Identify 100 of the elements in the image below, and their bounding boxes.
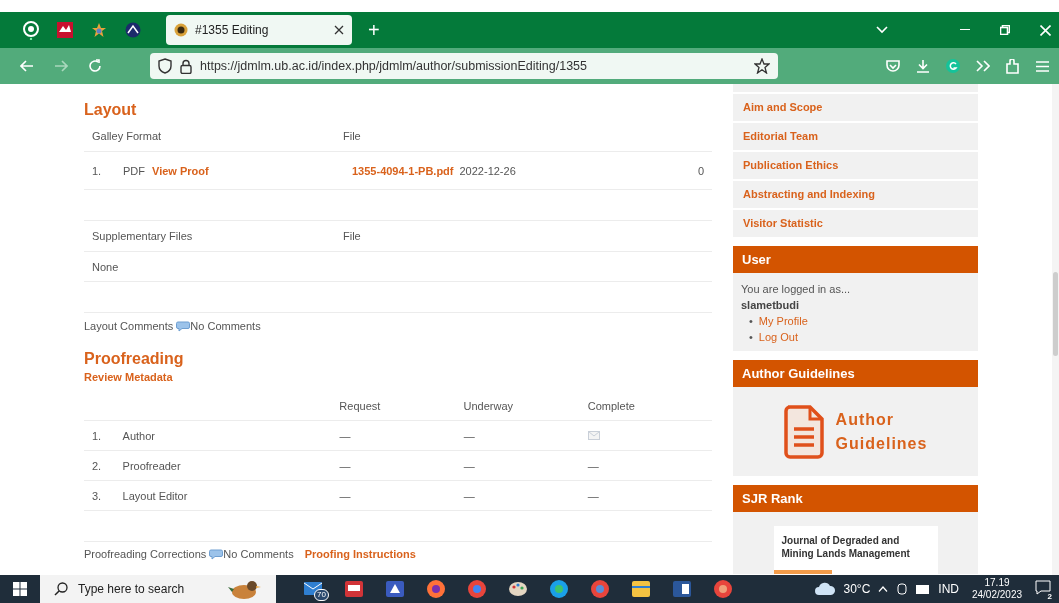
table-cell-text: —	[587, 459, 600, 472]
chrome-profile-icon[interactable]	[589, 579, 610, 599]
fox-browser-icon[interactable]	[425, 579, 446, 599]
presentation-app-icon[interactable]	[343, 580, 364, 598]
view-count: 0	[697, 164, 705, 177]
login-status-text: You are logged in as...	[741, 282, 852, 297]
download-icon[interactable]	[916, 59, 930, 73]
chevron-up-icon[interactable]	[878, 586, 889, 592]
table-cell-text: —	[463, 429, 476, 442]
table-cell-text: —	[339, 459, 352, 472]
scanner-app-icon[interactable]	[384, 580, 405, 598]
shield-icon	[158, 58, 172, 74]
notification-icon	[1035, 580, 1051, 595]
row-number: 1.	[91, 164, 103, 177]
grammar-extension-icon[interactable]	[946, 59, 960, 73]
taskbar-search-field[interactable]: Type here to search	[40, 575, 276, 603]
minimize-icon[interactable]	[960, 29, 970, 31]
table-cell-text: None	[91, 260, 120, 273]
table-cell-text: —	[339, 429, 352, 442]
section-heading: Proofreading	[84, 349, 185, 369]
role-label: Proofreader	[122, 459, 182, 472]
mountain-app-icon[interactable]	[57, 22, 73, 38]
comments-link[interactable]: No Comments	[190, 320, 261, 332]
browser-tab[interactable]: #1355 Editing	[166, 15, 352, 45]
bookmark-star-icon[interactable]	[754, 58, 770, 74]
forward-icon	[54, 60, 68, 72]
comments-label: Layout Comments	[84, 320, 174, 332]
sidebar-link[interactable]: Visitor Statistic	[733, 210, 978, 237]
double-chevron-icon[interactable]	[976, 60, 990, 72]
row-number: 2.	[91, 459, 103, 472]
row-number: 1.	[91, 429, 103, 442]
comments-link[interactable]: No Comments	[223, 548, 294, 560]
scrollbar-thumb[interactable]	[1053, 272, 1058, 356]
sjr-widget[interactable]: Journal of Degraded and Mining Lands Management	[773, 526, 938, 574]
table-cell-text: —	[339, 489, 352, 502]
star-app-icon[interactable]	[91, 22, 107, 38]
username: slametbudi	[741, 298, 801, 313]
document-icon	[783, 404, 824, 459]
column-header: Complete	[587, 399, 636, 412]
battery-icon[interactable]	[916, 584, 931, 594]
restore-icon[interactable]	[1000, 25, 1010, 35]
edge-browser-icon[interactable]	[548, 579, 569, 599]
clock[interactable]: 17.19 24/02/2023	[967, 577, 1027, 601]
author-guidelines-banner[interactable]: Author Guidelines	[733, 387, 978, 476]
block-title: SJR Rank	[733, 485, 978, 512]
temperature: 30°C	[843, 582, 871, 596]
language-indicator[interactable]: IND	[938, 582, 959, 596]
site-logo-icon	[174, 23, 188, 37]
notifications-button[interactable]: 2	[1035, 580, 1051, 598]
close-icon[interactable]	[334, 25, 344, 35]
chevron-down-icon[interactable]	[876, 26, 888, 34]
bullet: •	[749, 314, 753, 329]
table-cell-text: —	[587, 489, 600, 502]
role-label: Layout Editor	[122, 489, 189, 502]
pocket-icon[interactable]	[886, 59, 900, 73]
banner-text: Author	[835, 409, 896, 430]
sidebar-link[interactable]: Aim and Scope	[733, 94, 978, 121]
chrome-browser-icon[interactable]	[466, 579, 487, 599]
column-header: File	[343, 230, 361, 242]
address-bar[interactable]: https://jdmlm.ub.ac.id/index.php/jdmlm/author/submissionEditing/1355	[150, 53, 778, 79]
banner-text: Guidelines	[835, 433, 928, 454]
row-number: 3.	[91, 489, 103, 502]
search-icon	[54, 582, 68, 596]
word-app-icon[interactable]	[671, 580, 692, 598]
file-date: 2022-12-26	[459, 164, 516, 177]
reload-icon[interactable]	[88, 59, 102, 73]
menu-icon[interactable]	[1036, 60, 1049, 72]
file-explorer-icon[interactable]	[630, 580, 651, 598]
paint-palette-icon[interactable]	[507, 580, 528, 598]
corrections-label: Proofreading Corrections	[84, 548, 207, 560]
review-metadata-link[interactable]: Review Metadata	[84, 371, 712, 383]
cloud-icon	[813, 582, 836, 596]
column-header: Supplementary Files	[91, 230, 194, 242]
sidebar-link[interactable]: Publication Ethics	[733, 152, 978, 179]
role-label: Author	[122, 429, 156, 442]
chrome-profile-icon[interactable]	[712, 579, 733, 599]
lock-icon	[180, 58, 192, 74]
extensions-icon[interactable]	[1006, 58, 1020, 74]
column-header: File	[343, 129, 361, 142]
account-link[interactable]: My Profile	[758, 313, 808, 329]
view-proof-link[interactable]: View Proof	[152, 164, 209, 177]
sidebar-link[interactable]: Abstracting and Indexing	[733, 181, 978, 208]
bullet: •	[749, 330, 753, 345]
back-icon[interactable]	[20, 60, 34, 72]
column-header: Underway	[463, 399, 515, 412]
new-tab-button[interactable]: +	[364, 18, 384, 42]
comment-icon	[209, 548, 224, 560]
unread-badge: 70	[314, 589, 329, 601]
block-title: Author Guidelines	[733, 360, 978, 387]
sidebar-link[interactable]: Editorial Team	[733, 123, 978, 150]
section-heading: Layout	[84, 100, 138, 120]
proofing-instructions-link[interactable]: Proofing Instructions	[304, 548, 416, 560]
block-title: User	[733, 246, 978, 273]
scrollbar[interactable]	[1052, 84, 1059, 575]
table-cell-text: —	[463, 459, 476, 472]
windows-start-icon[interactable]	[13, 582, 27, 596]
comment-icon	[176, 320, 191, 332]
account-link[interactable]: Log Out	[758, 329, 798, 345]
column-header: Galley Format	[91, 129, 163, 142]
file-link[interactable]: 1355-4094-1-PB.pdf	[352, 164, 454, 177]
